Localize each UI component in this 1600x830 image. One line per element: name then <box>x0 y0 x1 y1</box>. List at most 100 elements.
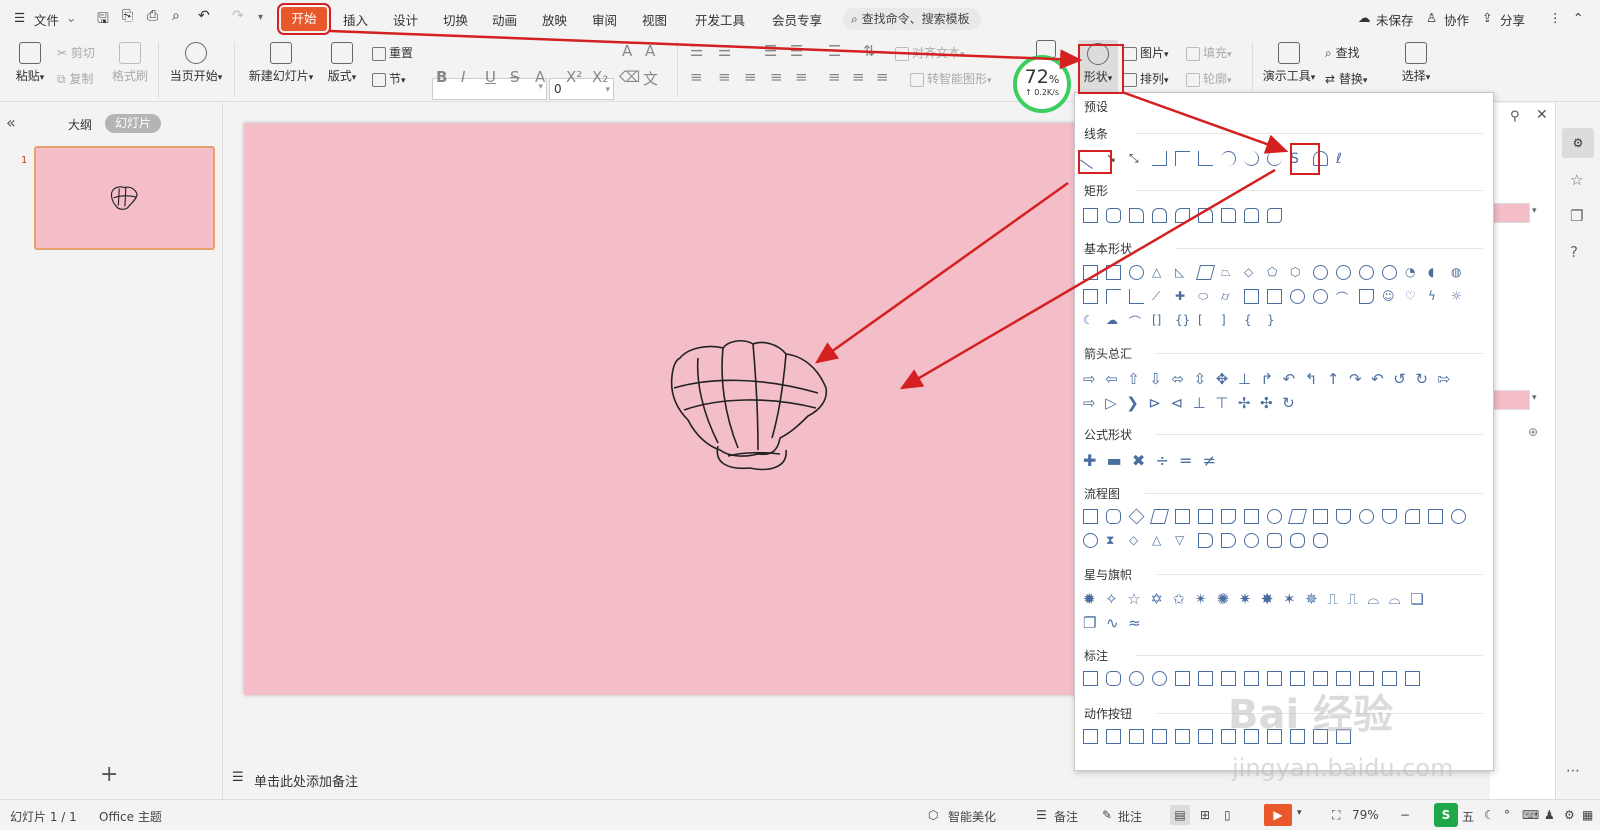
round-snip-shape[interactable] <box>1198 208 1213 223</box>
notched-right-arrow-shape[interactable]: ⇨ <box>1083 394 1096 412</box>
action-end-shape[interactable] <box>1152 729 1167 744</box>
font-color-icon[interactable]: A <box>535 68 545 86</box>
flowchart-punched-tape-shape[interactable] <box>1428 509 1443 524</box>
flowchart-manual-operation-shape[interactable] <box>1336 509 1351 524</box>
tab-slides[interactable]: 幻灯片 <box>105 114 161 133</box>
close-icon[interactable]: ✕ <box>1536 107 1548 123</box>
curved-connector-shape[interactable] <box>1221 151 1236 166</box>
bent-up-arrow-shape[interactable]: ↑ <box>1327 370 1340 388</box>
moon-icon[interactable]: ☾ <box>1484 808 1495 822</box>
align-right-icon[interactable]: ≡ <box>744 68 757 86</box>
reading-view-icon[interactable]: ▯ <box>1224 808 1231 822</box>
outline-button[interactable]: 轮廓▾ <box>1186 70 1232 87</box>
action-forward-shape[interactable] <box>1106 729 1121 744</box>
left-up-arrow-shape[interactable]: ↰ <box>1305 370 1318 388</box>
chevron-down-icon[interactable]: ▾ <box>1297 808 1302 818</box>
star-24-shape[interactable]: ✶ <box>1283 590 1296 608</box>
unsaved-status[interactable]: 未保存 <box>1376 10 1414 29</box>
spacing-icon[interactable]: ≡ <box>876 68 889 86</box>
star-7-shape[interactable]: ✩ <box>1172 590 1185 608</box>
align-left-icon[interactable]: ≡ <box>690 68 703 86</box>
double-arrow-line-shape[interactable]: ⤡ <box>1129 151 1144 166</box>
undo-icon[interactable]: ↶ <box>198 8 210 24</box>
quad-arrow-callout-shape[interactable]: ✣ <box>1260 394 1273 412</box>
right-triangle-shape[interactable]: ◺ <box>1175 265 1190 280</box>
left-arrow-callout-shape[interactable]: ⊲ <box>1170 394 1183 412</box>
accent-border-callout-2-shape[interactable] <box>1405 671 1420 686</box>
heart-shape[interactable]: ♡ <box>1405 289 1420 304</box>
slide-thumbnail[interactable] <box>34 146 215 250</box>
moon-shape[interactable]: ☾ <box>1083 313 1098 328</box>
right-bracket-shape[interactable]: ] <box>1221 313 1236 328</box>
divide-shape[interactable]: ÷ <box>1155 451 1168 470</box>
hamburger-icon[interactable]: ☰ <box>14 10 25 25</box>
justify-icon[interactable]: ≡ <box>770 68 783 86</box>
flowchart-collate-shape[interactable]: ⧗ <box>1106 533 1121 548</box>
tab-developer[interactable]: 开发工具 <box>695 10 745 29</box>
tab-outline[interactable]: 大纲 <box>68 116 92 133</box>
tab-review[interactable]: 审阅 <box>592 10 617 29</box>
cloud-shape[interactable]: ☁ <box>1106 313 1121 328</box>
underline-icon[interactable]: U <box>485 68 496 86</box>
notes-toggle-button[interactable]: 备注 <box>1054 808 1078 825</box>
print-icon[interactable]: ⎙ <box>147 8 158 24</box>
flowchart-alternate-process-shape[interactable] <box>1106 509 1121 524</box>
clear-format-icon[interactable]: ⌫ <box>619 68 640 86</box>
curved-up-arrow-shape[interactable]: ↺ <box>1393 370 1406 388</box>
chevron-down-icon[interactable]: ⌄ <box>66 10 76 25</box>
flowchart-extract-shape[interactable]: △ <box>1152 533 1167 548</box>
tab-insert[interactable]: 插入 <box>343 10 368 29</box>
add-icon[interactable]: ⊕ <box>1528 425 1538 439</box>
flowchart-document-shape[interactable] <box>1221 509 1236 524</box>
parallelogram-shape[interactable] <box>1195 265 1216 280</box>
action-beginning-shape[interactable] <box>1129 729 1144 744</box>
dodecagon-shape[interactable] <box>1382 265 1397 280</box>
snip-rectangle-shape[interactable] <box>1129 208 1144 223</box>
rounded-callout-shape[interactable] <box>1106 671 1121 686</box>
flowchart-or-shape[interactable] <box>1083 533 1098 548</box>
zoom-level[interactable]: 79% <box>1352 808 1379 822</box>
cloud-callout-shape[interactable] <box>1152 671 1167 686</box>
chevron-down-icon[interactable]: ▾ <box>1532 206 1537 216</box>
vertical-text-shape[interactable] <box>1106 265 1121 280</box>
explosion-shape[interactable]: ✹ <box>1083 590 1096 608</box>
round-diagonal-shape[interactable] <box>1267 208 1282 223</box>
curved-arrow-shape[interactable] <box>1244 151 1259 166</box>
star-10-shape[interactable]: ✺ <box>1217 590 1230 608</box>
text-direction-icon[interactable]: ⇅ <box>863 42 876 60</box>
can-shape[interactable]: ⌭ <box>1221 289 1236 304</box>
round-same-side-shape[interactable] <box>1244 208 1259 223</box>
octagon-shape[interactable] <box>1336 265 1351 280</box>
arrange-button[interactable]: 排列▾ <box>1123 70 1169 87</box>
star-32-shape[interactable]: ✵ <box>1305 590 1318 608</box>
strikethrough-icon[interactable]: S <box>510 68 520 86</box>
tab-slideshow[interactable]: 放映 <box>542 10 567 29</box>
flowchart-decision-shape[interactable] <box>1128 508 1145 525</box>
star-5-shape[interactable]: ☆ <box>1127 590 1140 608</box>
section-button[interactable]: 节▾ <box>372 70 406 87</box>
pentagon-shape[interactable]: ⬠ <box>1267 265 1282 280</box>
oval-shape[interactable] <box>1129 265 1144 280</box>
down-arrow-shape[interactable]: ⇩ <box>1149 370 1162 388</box>
flowchart-process-shape[interactable] <box>1083 509 1098 524</box>
bold-icon[interactable]: B <box>436 68 447 86</box>
wave-ribbon-shape[interactable]: ⌓ <box>1389 590 1401 608</box>
rounded-rectangle-shape[interactable] <box>1106 208 1121 223</box>
elbow-arrow-shape[interactable] <box>1175 151 1190 166</box>
flowchart-summing-junction-shape[interactable] <box>1451 509 1466 524</box>
line-spacing-icon[interactable]: ≡ <box>828 68 841 86</box>
cube-shape[interactable] <box>1244 289 1259 304</box>
star-4-shape[interactable]: ✧ <box>1105 590 1118 608</box>
chevron-shape[interactable]: ❯ <box>1126 394 1139 412</box>
ribbon-up-shape[interactable]: ⎍ <box>1327 590 1338 608</box>
snip-diagonal-shape[interactable] <box>1175 208 1190 223</box>
right-arrow-callout-shape[interactable]: ⊳ <box>1148 394 1161 412</box>
paste-button[interactable]: 粘贴▾ <box>12 42 48 84</box>
picture-button[interactable]: 图片▾ <box>1123 44 1169 61</box>
donut-shape[interactable] <box>1290 289 1305 304</box>
play-from-current-button[interactable]: 当页开始▾ <box>166 42 226 84</box>
frame-shape[interactable] <box>1083 289 1098 304</box>
left-bracket-shape[interactable]: [ <box>1198 313 1213 328</box>
left-arrow-shape[interactable]: ⇦ <box>1105 370 1118 388</box>
triangle-shape[interactable]: △ <box>1152 265 1167 280</box>
